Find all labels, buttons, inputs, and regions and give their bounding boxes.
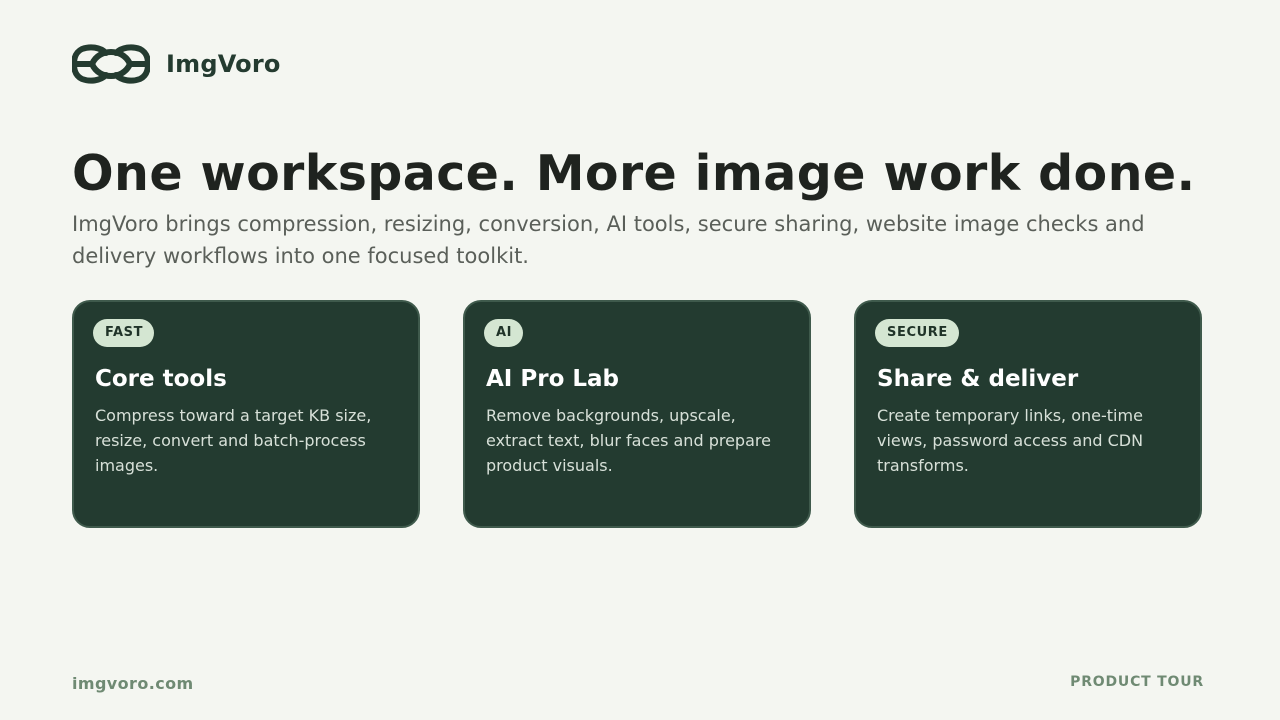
interlocking-rings-logo-icon [72,44,150,84]
feature-description: Compress toward a target KB size, resize… [95,406,372,475]
feature-description: Remove backgrounds, upscale, extract tex… [486,406,771,475]
feature-title: AI Pro Lab [486,366,620,392]
feature-title: Share & deliver [877,366,1079,392]
feature-card-core-tools: FAST Core tools Compress toward a target… [72,300,420,528]
feature-card-ai-pro-lab: AI AI Pro Lab Remove backgrounds, upscal… [463,300,811,528]
feature-badge: FAST [93,319,155,347]
feature-badge: AI [484,319,524,347]
page-title: One workspace. More image work done. [72,145,1196,202]
brand-header: ImgVoro [72,44,281,84]
footer-website-url: imgvoro.com [72,674,194,693]
page-subtitle: ImgVoro brings compression, resizing, co… [72,212,1145,268]
feature-cards: FAST Core tools Compress toward a target… [72,300,1202,528]
feature-title: Core tools [95,366,227,392]
feature-badge: SECURE [875,319,959,347]
footer-tag: PRODUCT TOUR [1070,674,1204,690]
brand-name: ImgVoro [166,50,281,78]
feature-description: Create temporary links, one-time views, … [877,406,1144,475]
feature-card-share-deliver: SECURE Share & deliver Create temporary … [854,300,1202,528]
